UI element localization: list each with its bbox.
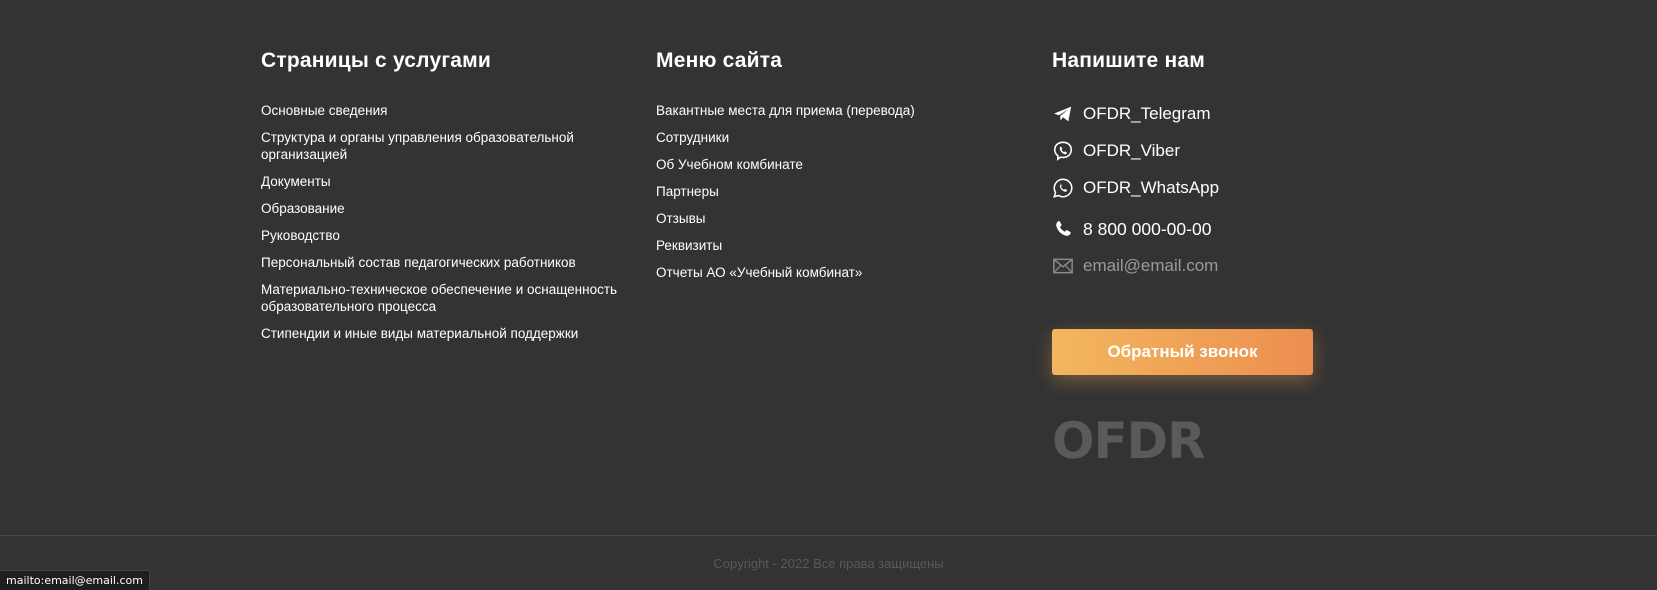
services-link-staff[interactable]: Персональный состав педагогических работ…: [261, 254, 621, 271]
services-link-education[interactable]: Образование: [261, 200, 621, 217]
menu-link-reviews[interactable]: Отзывы: [656, 210, 986, 227]
menu-list: Вакантные места для приема (перевода) Со…: [656, 102, 986, 291]
menu-link-about[interactable]: Об Учебном комбинате: [656, 156, 986, 173]
services-link-documents[interactable]: Документы: [261, 173, 621, 190]
viber-label: OFDR_Viber: [1083, 141, 1180, 160]
whatsapp-label: OFDR_WhatsApp: [1083, 178, 1220, 197]
services-link-structure[interactable]: Структура и органы управления образовате…: [261, 129, 621, 163]
viber-link[interactable]: OFDR_Viber: [1052, 139, 1372, 163]
contact-column: Напишите нам OFDR_Telegram OFDR_Viber OF…: [1052, 46, 1372, 466]
copyright-text: Copyright - 2022 Все права защищены: [713, 556, 944, 571]
phone-icon: [1052, 218, 1074, 240]
services-title: Страницы с услугами: [261, 49, 491, 72]
menu-link-employees[interactable]: Сотрудники: [656, 129, 986, 146]
phone-link[interactable]: 8 800 000-00-00: [1052, 217, 1372, 241]
callback-button[interactable]: Обратный звонок: [1052, 329, 1313, 375]
whatsapp-link[interactable]: OFDR_WhatsApp: [1052, 176, 1372, 200]
contact-title: Напишите нам: [1052, 49, 1205, 72]
services-list: Основные сведения Структура и органы упр…: [261, 102, 621, 352]
services-link-basic-info[interactable]: Основные сведения: [261, 102, 621, 119]
whatsapp-icon: [1052, 177, 1074, 199]
email-link[interactable]: email@email.com: [1052, 254, 1372, 278]
phone-label: 8 800 000-00-00: [1083, 218, 1212, 239]
services-column: Страницы с услугами Основные сведения Ст…: [261, 46, 621, 341]
telegram-icon: [1052, 103, 1074, 125]
mail-icon: [1052, 255, 1074, 277]
footer-divider: [0, 535, 1657, 536]
menu-link-vacancies[interactable]: Вакантные места для приема (перевода): [656, 102, 986, 119]
telegram-link[interactable]: OFDR_Telegram: [1052, 102, 1372, 126]
menu-link-requisites[interactable]: Реквизиты: [656, 237, 986, 254]
menu-title: Меню сайта: [656, 49, 783, 72]
site-footer: Страницы с услугами Основные сведения Ст…: [0, 0, 1657, 535]
browser-status-bar: mailto:email@email.com: [0, 570, 150, 590]
services-link-facilities[interactable]: Материально-техническое обеспечение и ос…: [261, 281, 621, 315]
services-link-management[interactable]: Руководство: [261, 227, 621, 244]
menu-link-reports[interactable]: Отчеты АО «Учебный комбинат»: [656, 264, 986, 281]
menu-column: Меню сайта Вакантные места для приема (п…: [656, 46, 986, 280]
email-label: email@email.com: [1083, 256, 1219, 275]
services-link-scholarships[interactable]: Стипендии и иные виды материальной подде…: [261, 325, 621, 342]
ofdr-logo[interactable]: OFDR: [1052, 416, 1206, 466]
telegram-label: OFDR_Telegram: [1083, 104, 1211, 123]
contact-list: OFDR_Telegram OFDR_Viber OFDR_WhatsApp 8…: [1052, 102, 1372, 291]
menu-link-partners[interactable]: Партнеры: [656, 183, 986, 200]
viber-icon: [1052, 140, 1074, 162]
